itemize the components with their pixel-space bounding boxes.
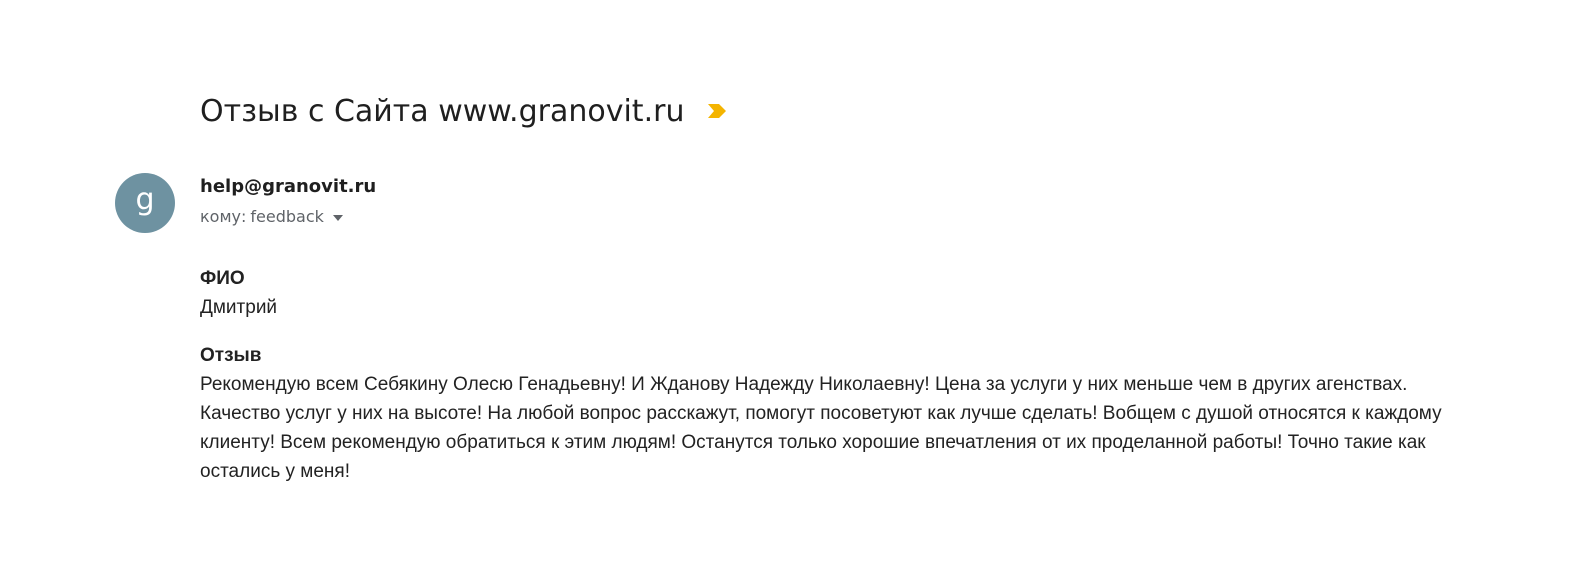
field-label: Отзыв [200,345,262,366]
recipient-line: кому: feedback [200,207,343,226]
field-value: Дмитрий [200,297,278,318]
email-body: ФИО Дмитрий Отзыв Рекомендую всем Себяки… [200,264,1460,486]
email-header: Отзыв с Сайта www.granovit.ru [200,86,728,136]
recipient-name: feedback [250,207,324,226]
field-block-review: Отзыв Рекомендую всем Себякину Олесю Ген… [200,341,1460,486]
importance-marker-icon[interactable] [706,102,728,120]
sender-avatar: g [115,173,175,233]
avatar-letter: g [135,182,155,217]
field-block-name: ФИО Дмитрий [200,264,1460,322]
email-subject: Отзыв с Сайта www.granovit.ru [200,93,685,129]
chevron-down-icon[interactable] [332,214,343,221]
field-label: ФИО [200,268,245,289]
sender-address[interactable]: help@granovit.ru [200,176,376,197]
field-value: Рекомендую всем Себякину Олесю Генадьевн… [200,374,1442,482]
recipient-prefix: кому: [200,207,247,226]
